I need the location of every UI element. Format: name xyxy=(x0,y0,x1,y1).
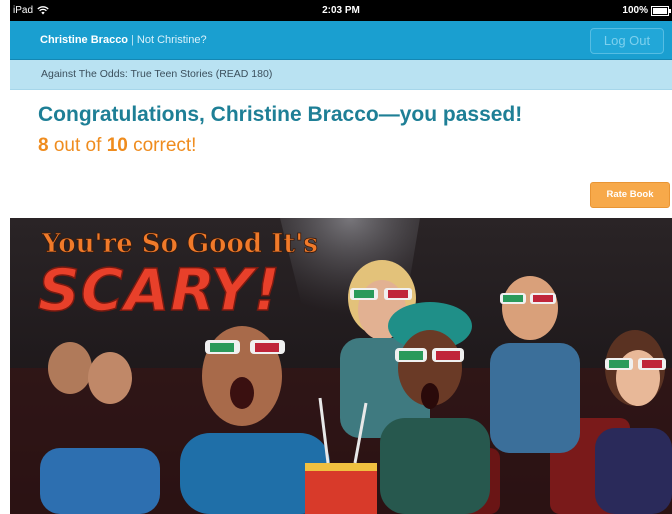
score-out-of: out of xyxy=(53,135,102,156)
cover-headline-line1: You're So Good It's xyxy=(41,229,318,259)
rate-book-button[interactable]: Rate Book xyxy=(590,182,670,208)
score-line: 8 out of 10 correct! xyxy=(38,135,196,157)
not-user-link[interactable]: Not Christine? xyxy=(137,34,207,46)
cover-headline-line2: SCARY! xyxy=(38,256,281,324)
battery-percent: 100% xyxy=(622,5,648,16)
user-info: Christine Bracco | Not Christine? xyxy=(40,34,207,46)
logout-button[interactable]: Log Out xyxy=(590,28,664,54)
app-frame: iPad 2:03 PM 100% Christine Bracco | Not C… xyxy=(10,0,672,514)
battery-icon xyxy=(651,5,671,16)
congrats-heading: Congratulations, Christine Bracco—you pa… xyxy=(38,103,523,126)
header-separator: | xyxy=(131,34,134,46)
app-header: Christine Bracco | Not Christine? Log Out xyxy=(10,21,672,60)
book-title-bar: Against The Odds: True Teen Stories (REA… xyxy=(10,60,672,90)
status-bar: iPad 2:03 PM 100% xyxy=(10,0,672,21)
score-suffix: correct! xyxy=(133,135,197,156)
book-title: Against The Odds: True Teen Stories (REA… xyxy=(41,68,273,80)
status-time: 2:03 PM xyxy=(322,5,360,16)
user-name: Christine Bracco xyxy=(40,34,129,46)
score-total: 10 xyxy=(106,135,128,156)
score-correct: 8 xyxy=(38,135,49,156)
cover-illustration: You're So Good It's SCARY! xyxy=(10,218,672,514)
status-right: 100% xyxy=(622,0,671,21)
book-cover-image: You're So Good It's SCARY! xyxy=(10,218,672,514)
